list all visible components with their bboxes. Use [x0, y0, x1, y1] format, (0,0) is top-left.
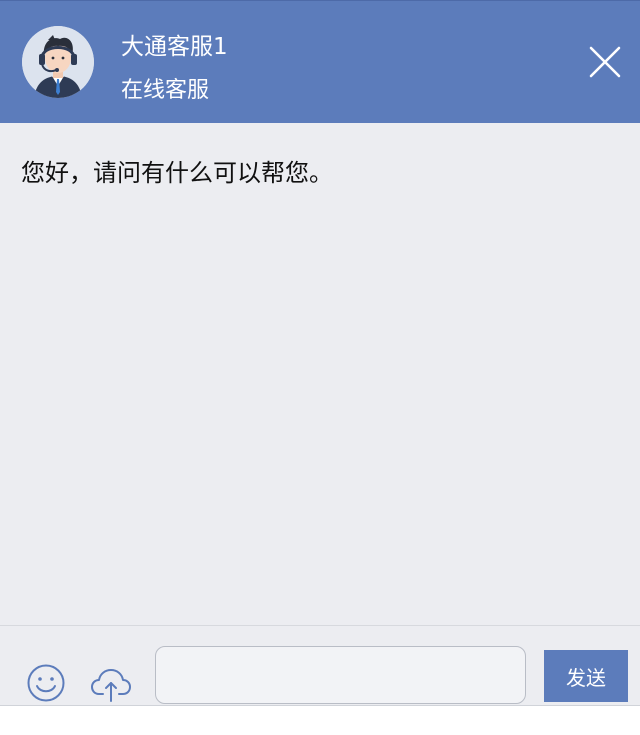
send-button[interactable]: 发送 [544, 650, 628, 702]
message-area: 您好，请问有什么可以帮您。 [0, 123, 640, 625]
upload-button[interactable] [90, 665, 132, 703]
message-input[interactable] [155, 646, 526, 704]
close-icon [589, 46, 621, 78]
agent-name: 大通客服1 [121, 34, 228, 60]
agent-status: 在线客服 [121, 78, 210, 103]
agent-message: 您好，请问有什么可以帮您。 [21, 159, 333, 187]
agent-avatar [22, 26, 94, 98]
smiley-face-icon [27, 664, 65, 702]
emoji-button[interactable] [26, 663, 66, 703]
chat-header: 大通客服1 在线客服 [0, 0, 640, 123]
agent-avatar-icon [22, 26, 94, 98]
composer-bottom-divider [0, 705, 640, 735]
cloud-upload-icon [91, 669, 131, 702]
close-button[interactable] [585, 42, 625, 82]
